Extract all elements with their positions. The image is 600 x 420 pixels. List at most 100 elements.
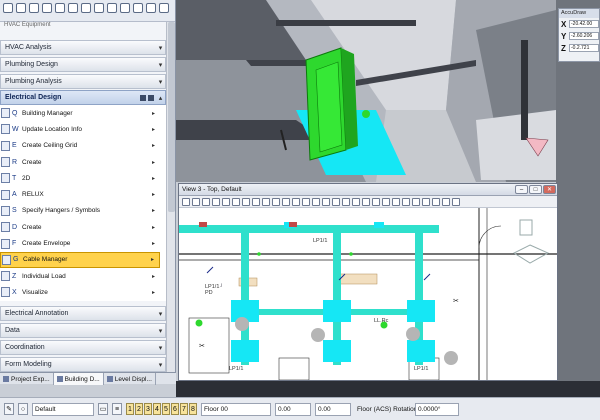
view-tool-icon[interactable] <box>222 197 230 206</box>
view-tool-icon[interactable] <box>352 197 360 206</box>
view-tool-icon[interactable] <box>362 197 370 206</box>
chevron-up-icon[interactable]: ▴ <box>156 93 165 102</box>
grid-icon[interactable] <box>42 3 52 13</box>
view-number-button[interactable]: 1 <box>126 403 134 415</box>
section-plumbing-design[interactable]: Plumbing Design ▾ <box>0 57 166 72</box>
A-icon[interactable] <box>55 3 65 13</box>
view-number-button[interactable]: 8 <box>189 403 197 415</box>
tool-item[interactable]: R Create ▸ <box>0 154 160 170</box>
coordinate-field[interactable]: 0.00 <box>315 402 351 416</box>
view-tool-icon[interactable] <box>302 197 310 206</box>
maximize-icon[interactable]: □ <box>529 185 542 194</box>
view-number-button[interactable]: 4 <box>153 403 161 415</box>
floor-dropdown[interactable]: Floor 00 <box>201 402 271 416</box>
elevation-field[interactable]: 0.00 <box>275 402 311 416</box>
hash-icon[interactable] <box>16 3 26 13</box>
view-tool-icon[interactable] <box>372 197 380 206</box>
view-tool-icon[interactable] <box>192 197 200 206</box>
tool-icon <box>1 271 10 282</box>
view-number-button[interactable]: 6 <box>171 403 179 415</box>
view3-window[interactable]: View 3 - Top, Default – □ ✕ ┘ ✂ ✂ LP1/1 … <box>178 183 558 381</box>
view-tool-icon[interactable] <box>312 197 320 206</box>
grid-icon[interactable] <box>159 3 169 13</box>
tool-item[interactable]: G Cable Manager ▸ <box>0 251 160 268</box>
arrow-icon[interactable] <box>81 3 91 13</box>
shape-icon[interactable] <box>146 3 156 13</box>
view-tool-icon[interactable] <box>442 197 450 206</box>
z-value-field[interactable]: -0.2.721 <box>569 44 599 52</box>
section-label: Plumbing Design <box>5 61 58 68</box>
view-tool-icon[interactable] <box>282 197 290 206</box>
weight-icon[interactable]: ▭ <box>98 403 108 415</box>
section-hvac-analysis[interactable]: HVAC Analysis ▾ <box>0 40 166 55</box>
view-tool-icon[interactable] <box>452 197 460 206</box>
section-electrical-design[interactable]: Electrical Design ▴ <box>0 90 166 105</box>
x-value-field[interactable]: -20.42.00 <box>569 20 599 28</box>
cross-icon[interactable] <box>94 3 104 13</box>
level-dropdown[interactable]: Default <box>32 402 94 416</box>
doc-icon[interactable] <box>29 3 39 13</box>
view-tool-icon[interactable] <box>342 197 350 206</box>
rotation-field[interactable]: 0.0000° <box>415 402 459 416</box>
floor-plan[interactable]: ┘ ✂ ✂ LP1/1 LP1/1 PD LP1/1 LP1/1 LL.Rc <box>179 208 557 380</box>
scrollbar-thumb[interactable] <box>168 22 175 212</box>
view-tool-icon[interactable] <box>242 197 250 206</box>
view-tool-icon[interactable] <box>182 197 190 206</box>
view-tool-icon[interactable] <box>262 197 270 206</box>
style-icon[interactable]: ≡ <box>112 403 122 415</box>
section-electrical-annotation[interactable]: Electrical Annotation ▾ <box>0 306 166 321</box>
close-icon[interactable]: ✕ <box>543 185 556 194</box>
tool-item[interactable]: E Create Ceiling Grid ▸ <box>0 138 160 154</box>
list-view-icon[interactable] <box>140 94 146 101</box>
section-plumbing-analysis[interactable]: Plumbing Analysis ▾ <box>0 74 166 89</box>
arrow-icon[interactable] <box>68 3 78 13</box>
tool-item[interactable]: W Update Location Info ▸ <box>0 121 160 137</box>
view-tool-icon[interactable] <box>272 197 280 206</box>
view3-titlebar[interactable]: View 3 - Top, Default – □ ✕ <box>179 184 557 196</box>
view-tool-icon[interactable] <box>382 197 390 206</box>
tool-item[interactable]: X Visualize ▸ <box>0 284 160 300</box>
view-tool-icon[interactable] <box>422 197 430 206</box>
grid-view-icon[interactable] <box>148 94 154 101</box>
view-tool-icon[interactable] <box>392 197 400 206</box>
view-tool-icon[interactable] <box>412 197 420 206</box>
tab-level-display[interactable]: Level Displ... <box>104 373 156 385</box>
tool-item[interactable]: S Specify Hangers / Symbols ▸ <box>0 203 160 219</box>
tool-item[interactable]: F Create Envelope ▸ <box>0 235 160 251</box>
tool-item[interactable]: Q Building Manager ▸ <box>0 105 160 121</box>
view-tool-icon[interactable] <box>332 197 340 206</box>
view-tool-icon[interactable] <box>212 197 220 206</box>
view-tool-icon[interactable] <box>202 197 210 206</box>
view-number-button[interactable]: 7 <box>180 403 188 415</box>
tool-item[interactable]: T 2D ▸ <box>0 170 160 186</box>
view-number-button[interactable]: 2 <box>135 403 143 415</box>
pen-icon[interactable]: ✎ <box>4 403 14 415</box>
tool-item[interactable]: D Create ▸ <box>0 219 160 235</box>
section-data[interactable]: Data ▾ <box>0 323 166 338</box>
panel-scrollbar[interactable] <box>166 22 175 372</box>
view-number-button[interactable]: 3 <box>144 403 152 415</box>
pen-icon[interactable] <box>107 3 117 13</box>
tool-item[interactable]: Z Individual Load ▸ <box>0 268 160 284</box>
y-value-field[interactable]: -2.60.206 <box>569 32 599 40</box>
accudraw-window[interactable]: AccuDraw X -20.42.00 Y -2.60.206 Z -0.2.721 <box>558 8 600 62</box>
view-tool-icon[interactable] <box>322 197 330 206</box>
tab-project-explorer[interactable]: Project Exp... <box>0 373 54 385</box>
view-cube[interactable] <box>510 215 550 275</box>
view-tool-icon[interactable] <box>252 197 260 206</box>
view-number-button[interactable]: 5 <box>162 403 170 415</box>
section-form-modeling[interactable]: Form Modeling ▾ <box>0 357 166 372</box>
globe-icon[interactable] <box>120 3 130 13</box>
shape-icon[interactable] <box>133 3 143 13</box>
view-tool-icon[interactable] <box>402 197 410 206</box>
arrow-icon[interactable] <box>3 3 13 13</box>
tool-item[interactable]: A RELUX ▸ <box>0 187 160 203</box>
view-tool-icon[interactable] <box>432 197 440 206</box>
view-tool-icon[interactable] <box>232 197 240 206</box>
view-tool-icon[interactable] <box>292 197 300 206</box>
section-coordination[interactable]: Coordination ▾ <box>0 340 166 355</box>
tab-building-designer[interactable]: Building D... <box>53 373 104 385</box>
view-3d-isometric[interactable] <box>176 0 556 182</box>
minimize-icon[interactable]: – <box>515 185 528 194</box>
circle-icon[interactable]: ○ <box>18 403 28 415</box>
